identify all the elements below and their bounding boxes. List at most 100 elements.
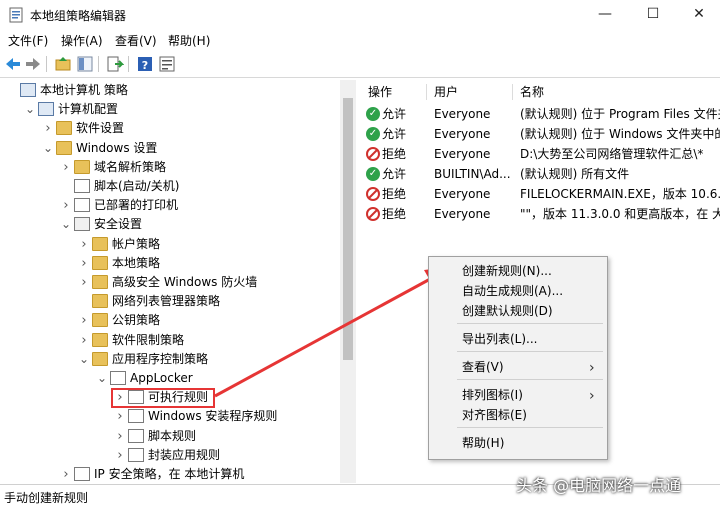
- chevron-down-icon[interactable]: ⌄: [60, 215, 72, 234]
- script-icon: [74, 179, 90, 193]
- table-row[interactable]: ✓ 允许 BUILTIN\Ad... (默认规则) 所有文件: [360, 164, 720, 184]
- chevron-right-icon[interactable]: ›: [78, 235, 90, 254]
- menu-help[interactable]: 帮助(H): [168, 32, 210, 49]
- context-menu-item[interactable]: 帮助(H): [462, 433, 504, 453]
- tree-item[interactable]: › 高级安全 Windows 防火墙: [0, 273, 340, 292]
- context-menu-item[interactable]: 自动生成规则(A)...: [462, 281, 563, 301]
- chevron-right-icon[interactable]: ›: [42, 119, 54, 138]
- tree-item[interactable]: › 域名解析策略: [0, 158, 340, 177]
- tree-item[interactable]: ⌄ 计算机配置: [0, 100, 340, 119]
- tree-item[interactable]: 网络列表管理器策略: [0, 292, 340, 311]
- folder-icon: [92, 313, 108, 328]
- tree-item[interactable]: › 帐户策略: [0, 235, 340, 254]
- rules-icon: [128, 409, 144, 424]
- deny-block-icon: [366, 187, 380, 201]
- tree-item[interactable]: › 本地策略: [0, 254, 340, 273]
- properties-icon[interactable]: [158, 55, 176, 73]
- allow-check-icon: ✓: [366, 107, 380, 121]
- tree-item[interactable]: › 公钥策略: [0, 311, 340, 330]
- tree-item[interactable]: ⌄ 应用程序控制策略: [0, 350, 340, 369]
- policy-editor-icon: [9, 7, 23, 23]
- tree-item[interactable]: 本地计算机 策略: [0, 81, 340, 100]
- context-menu-item[interactable]: 查看(V): [462, 357, 504, 377]
- title-bar: 本地组策略编辑器 — ☐ ✕: [0, 0, 720, 30]
- table-row[interactable]: ✓ 允许 Everyone (默认规则) 位于 Program Files 文件夹: [360, 104, 720, 124]
- chevron-right-icon[interactable]: ›: [60, 158, 72, 177]
- tree-item[interactable]: › 已部署的打印机: [0, 196, 340, 215]
- table-row[interactable]: 拒绝 Everyone ""，版本 11.3.0.0 和更高版本，在 大...: [360, 204, 720, 224]
- chevron-down-icon[interactable]: ⌄: [78, 350, 90, 369]
- table-row[interactable]: 拒绝 Everyone D:\大势至公司网络管理软件汇总\*: [360, 144, 720, 164]
- chevron-right-icon[interactable]: ›: [78, 254, 90, 273]
- context-menu-item[interactable]: 创建新规则(N)...: [462, 261, 552, 281]
- table-row[interactable]: 拒绝 Everyone FILELOCKERMAIN.EXE，版本 10.6.0.: [360, 184, 720, 204]
- context-menu-item[interactable]: 对齐图标(E): [462, 405, 527, 425]
- chevron-down-icon[interactable]: ⌄: [96, 369, 108, 388]
- tree-item[interactable]: › 软件设置: [0, 119, 340, 138]
- folder-icon: [74, 159, 90, 174]
- rule-name: (默认规则) 位于 Windows 文件夹中的: [520, 127, 720, 141]
- tree-item[interactable]: ⌄ Windows 设置: [0, 139, 340, 158]
- menu-action[interactable]: 操作(A): [61, 32, 103, 49]
- menu-separator: [457, 323, 603, 324]
- rule-action: 允许: [382, 167, 407, 181]
- back-arrow-icon[interactable]: [4, 55, 22, 73]
- applocker-icon: [110, 371, 126, 385]
- rule-action: 允许: [382, 127, 407, 141]
- window-title: 本地组策略编辑器: [30, 9, 127, 23]
- close-button[interactable]: ✕: [676, 0, 720, 30]
- column-name[interactable]: 名称: [520, 82, 544, 102]
- chevron-right-icon[interactable]: ›: [114, 446, 126, 465]
- rule-user: Everyone: [434, 187, 491, 201]
- help-icon[interactable]: ?: [136, 55, 154, 73]
- menu-separator: [457, 427, 603, 428]
- chevron-down-icon[interactable]: ⌄: [42, 139, 54, 158]
- chevron-right-icon[interactable]: ›: [78, 311, 90, 330]
- rule-action: 拒绝: [382, 147, 407, 161]
- column-divider[interactable]: [512, 84, 513, 100]
- column-action[interactable]: 操作: [368, 82, 392, 102]
- tree-pane[interactable]: 本地计算机 策略 ⌄ 计算机配置 › 软件设置 ⌄ Windows 设置 › 域名解析策略 脚本(…: [0, 80, 356, 483]
- show-tree-icon[interactable]: [76, 55, 94, 73]
- computer-icon: [38, 102, 54, 117]
- menu-view[interactable]: 查看(V): [115, 32, 157, 49]
- tree-item[interactable]: ⌄ 安全设置: [0, 215, 340, 234]
- chevron-right-icon[interactable]: ›: [60, 465, 72, 483]
- column-user[interactable]: 用户: [434, 82, 458, 102]
- chevron-right-icon[interactable]: ›: [114, 427, 126, 446]
- allow-check-icon: ✓: [366, 167, 380, 181]
- chevron-down-icon[interactable]: ⌄: [24, 100, 36, 119]
- forward-arrow-icon[interactable]: [24, 55, 42, 73]
- submenu-arrow-icon: ›: [589, 388, 595, 404]
- tree-item[interactable]: › IP 安全策略，在 本地计算机: [0, 465, 340, 483]
- tree-item[interactable]: › Windows 安装程序规则: [0, 407, 340, 426]
- table-row[interactable]: ✓ 允许 Everyone (默认规则) 位于 Windows 文件夹中的: [360, 124, 720, 144]
- deny-block-icon: [366, 147, 380, 161]
- chevron-right-icon[interactable]: ›: [114, 407, 126, 426]
- chevron-right-icon[interactable]: ›: [60, 196, 72, 215]
- context-menu-item[interactable]: 排列图标(I): [462, 385, 523, 405]
- context-menu-item[interactable]: 导出列表(L)...: [462, 329, 538, 349]
- chevron-right-icon[interactable]: ›: [78, 331, 90, 350]
- rule-name: D:\大势至公司网络管理软件汇总\*: [520, 147, 704, 161]
- tree-item[interactable]: › 软件限制策略: [0, 331, 340, 350]
- tree-item-label: 已部署的打印机: [94, 198, 179, 213]
- rule-action: 拒绝: [382, 207, 407, 221]
- column-divider[interactable]: [426, 84, 427, 100]
- up-folder-icon[interactable]: [54, 55, 72, 73]
- export-list-icon[interactable]: [106, 55, 124, 73]
- rules-icon: [128, 428, 144, 443]
- tree-item-label: IP 安全策略，在 本地计算机: [94, 467, 245, 481]
- menu-bar: 文件(F) 操作(A) 查看(V) 帮助(H): [0, 30, 720, 50]
- tree-item[interactable]: ⌄ AppLocker: [0, 369, 340, 388]
- tree-item-label: 本地计算机 策略: [40, 83, 128, 97]
- maximize-button[interactable]: ☐: [630, 0, 676, 30]
- menu-file[interactable]: 文件(F): [8, 32, 48, 49]
- tree-item[interactable]: › 封装应用规则: [0, 446, 340, 465]
- tree-item[interactable]: 脚本(启动/关机): [0, 177, 340, 196]
- context-menu-item[interactable]: 创建默认规则(D): [462, 301, 553, 321]
- tree-item[interactable]: › 脚本规则: [0, 427, 340, 446]
- minimize-button[interactable]: —: [582, 0, 628, 30]
- tree-scrollbar-thumb[interactable]: [343, 98, 353, 360]
- chevron-right-icon[interactable]: ›: [78, 273, 90, 292]
